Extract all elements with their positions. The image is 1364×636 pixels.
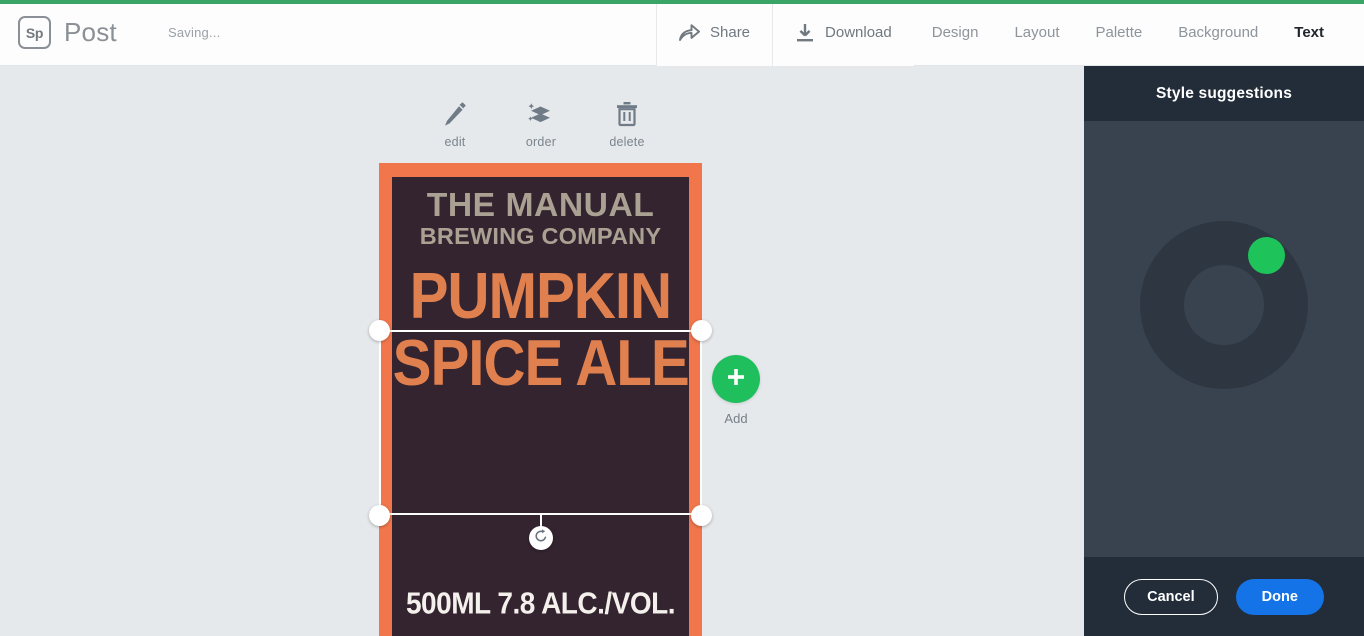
- poster-canvas[interactable]: THE MANUAL BREWING COMPANY PUMPKIN SPICE…: [379, 163, 702, 636]
- trash-icon: [615, 94, 639, 128]
- pencil-icon: [442, 94, 468, 128]
- layers-icon: [527, 94, 555, 128]
- share-label: Share: [710, 24, 751, 41]
- add-button-label: Add: [724, 411, 748, 426]
- panel-content: [1084, 121, 1364, 557]
- spinner-dot: [1248, 237, 1285, 274]
- plus-icon: [725, 366, 747, 393]
- project-title: Post: [64, 17, 117, 47]
- loading-spinner: [1140, 221, 1308, 389]
- top-bar: Sp Post Saving... Share Download Design …: [0, 0, 1364, 66]
- resize-handle-bottom-right[interactable]: [691, 505, 712, 526]
- edit-tool-label: edit: [444, 135, 466, 149]
- logo-text: Sp: [25, 24, 44, 41]
- tab-design[interactable]: Design: [914, 0, 997, 66]
- object-toolbar: edit order delete: [412, 94, 670, 149]
- download-button[interactable]: Download: [772, 0, 914, 66]
- share-button[interactable]: Share: [656, 0, 773, 66]
- canvas-workspace[interactable]: edit order delete THE MANUAL BREWING COM…: [0, 66, 1084, 636]
- tab-text[interactable]: Text: [1276, 0, 1342, 66]
- rotate-handle[interactable]: [529, 526, 553, 550]
- panel-tabs: Design Layout Palette Background Text: [914, 0, 1364, 66]
- poster-brand-line-2[interactable]: BREWING COMPANY: [420, 223, 661, 250]
- adobe-spark-logo-icon: Sp: [18, 16, 51, 49]
- panel-footer: Cancel Done: [1084, 557, 1364, 636]
- order-tool-label: order: [525, 135, 557, 149]
- poster-inner-panel: THE MANUAL BREWING COMPANY PUMPKIN SPICE…: [392, 177, 690, 636]
- style-suggestions-panel: Style suggestions Cancel Done: [1084, 66, 1364, 636]
- add-text-control[interactable]: Add: [712, 355, 760, 426]
- rotate-icon: [533, 528, 549, 549]
- cancel-button[interactable]: Cancel: [1124, 578, 1218, 615]
- poster-title-line-1[interactable]: PUMPKIN: [410, 264, 672, 328]
- download-icon: [795, 23, 815, 43]
- delete-tool-button[interactable]: delete: [584, 94, 670, 149]
- brand-area[interactable]: Sp Post: [0, 0, 150, 66]
- resize-handle-bottom-left[interactable]: [369, 505, 390, 526]
- poster-footer-text[interactable]: 500ML 7.8 ALC./VOL.: [379, 587, 702, 622]
- resize-handle-top-left[interactable]: [369, 320, 390, 341]
- share-icon: [679, 23, 700, 42]
- tab-palette[interactable]: Palette: [1078, 0, 1161, 66]
- download-label: Download: [825, 24, 892, 41]
- save-status: Saving...: [168, 25, 221, 40]
- edit-tool-button[interactable]: edit: [412, 94, 498, 149]
- poster-brand-line-1[interactable]: THE MANUAL: [427, 188, 655, 221]
- done-button[interactable]: Done: [1235, 578, 1324, 615]
- panel-title: Style suggestions: [1084, 66, 1364, 121]
- poster-artboard[interactable]: THE MANUAL BREWING COMPANY PUMPKIN SPICE…: [369, 163, 712, 636]
- poster-title-line-2[interactable]: SPICE ALE: [392, 330, 689, 394]
- delete-tool-label: delete: [609, 135, 645, 149]
- resize-handle-top-right[interactable]: [691, 320, 712, 341]
- top-accent-rule: [0, 0, 1364, 4]
- spinner-hole: [1184, 265, 1264, 345]
- add-button[interactable]: [712, 355, 760, 403]
- app-root: Sp Post Saving... Share Download Design …: [0, 0, 1364, 636]
- tab-background[interactable]: Background: [1160, 0, 1276, 66]
- tab-layout[interactable]: Layout: [996, 0, 1077, 66]
- order-tool-button[interactable]: order: [498, 94, 584, 149]
